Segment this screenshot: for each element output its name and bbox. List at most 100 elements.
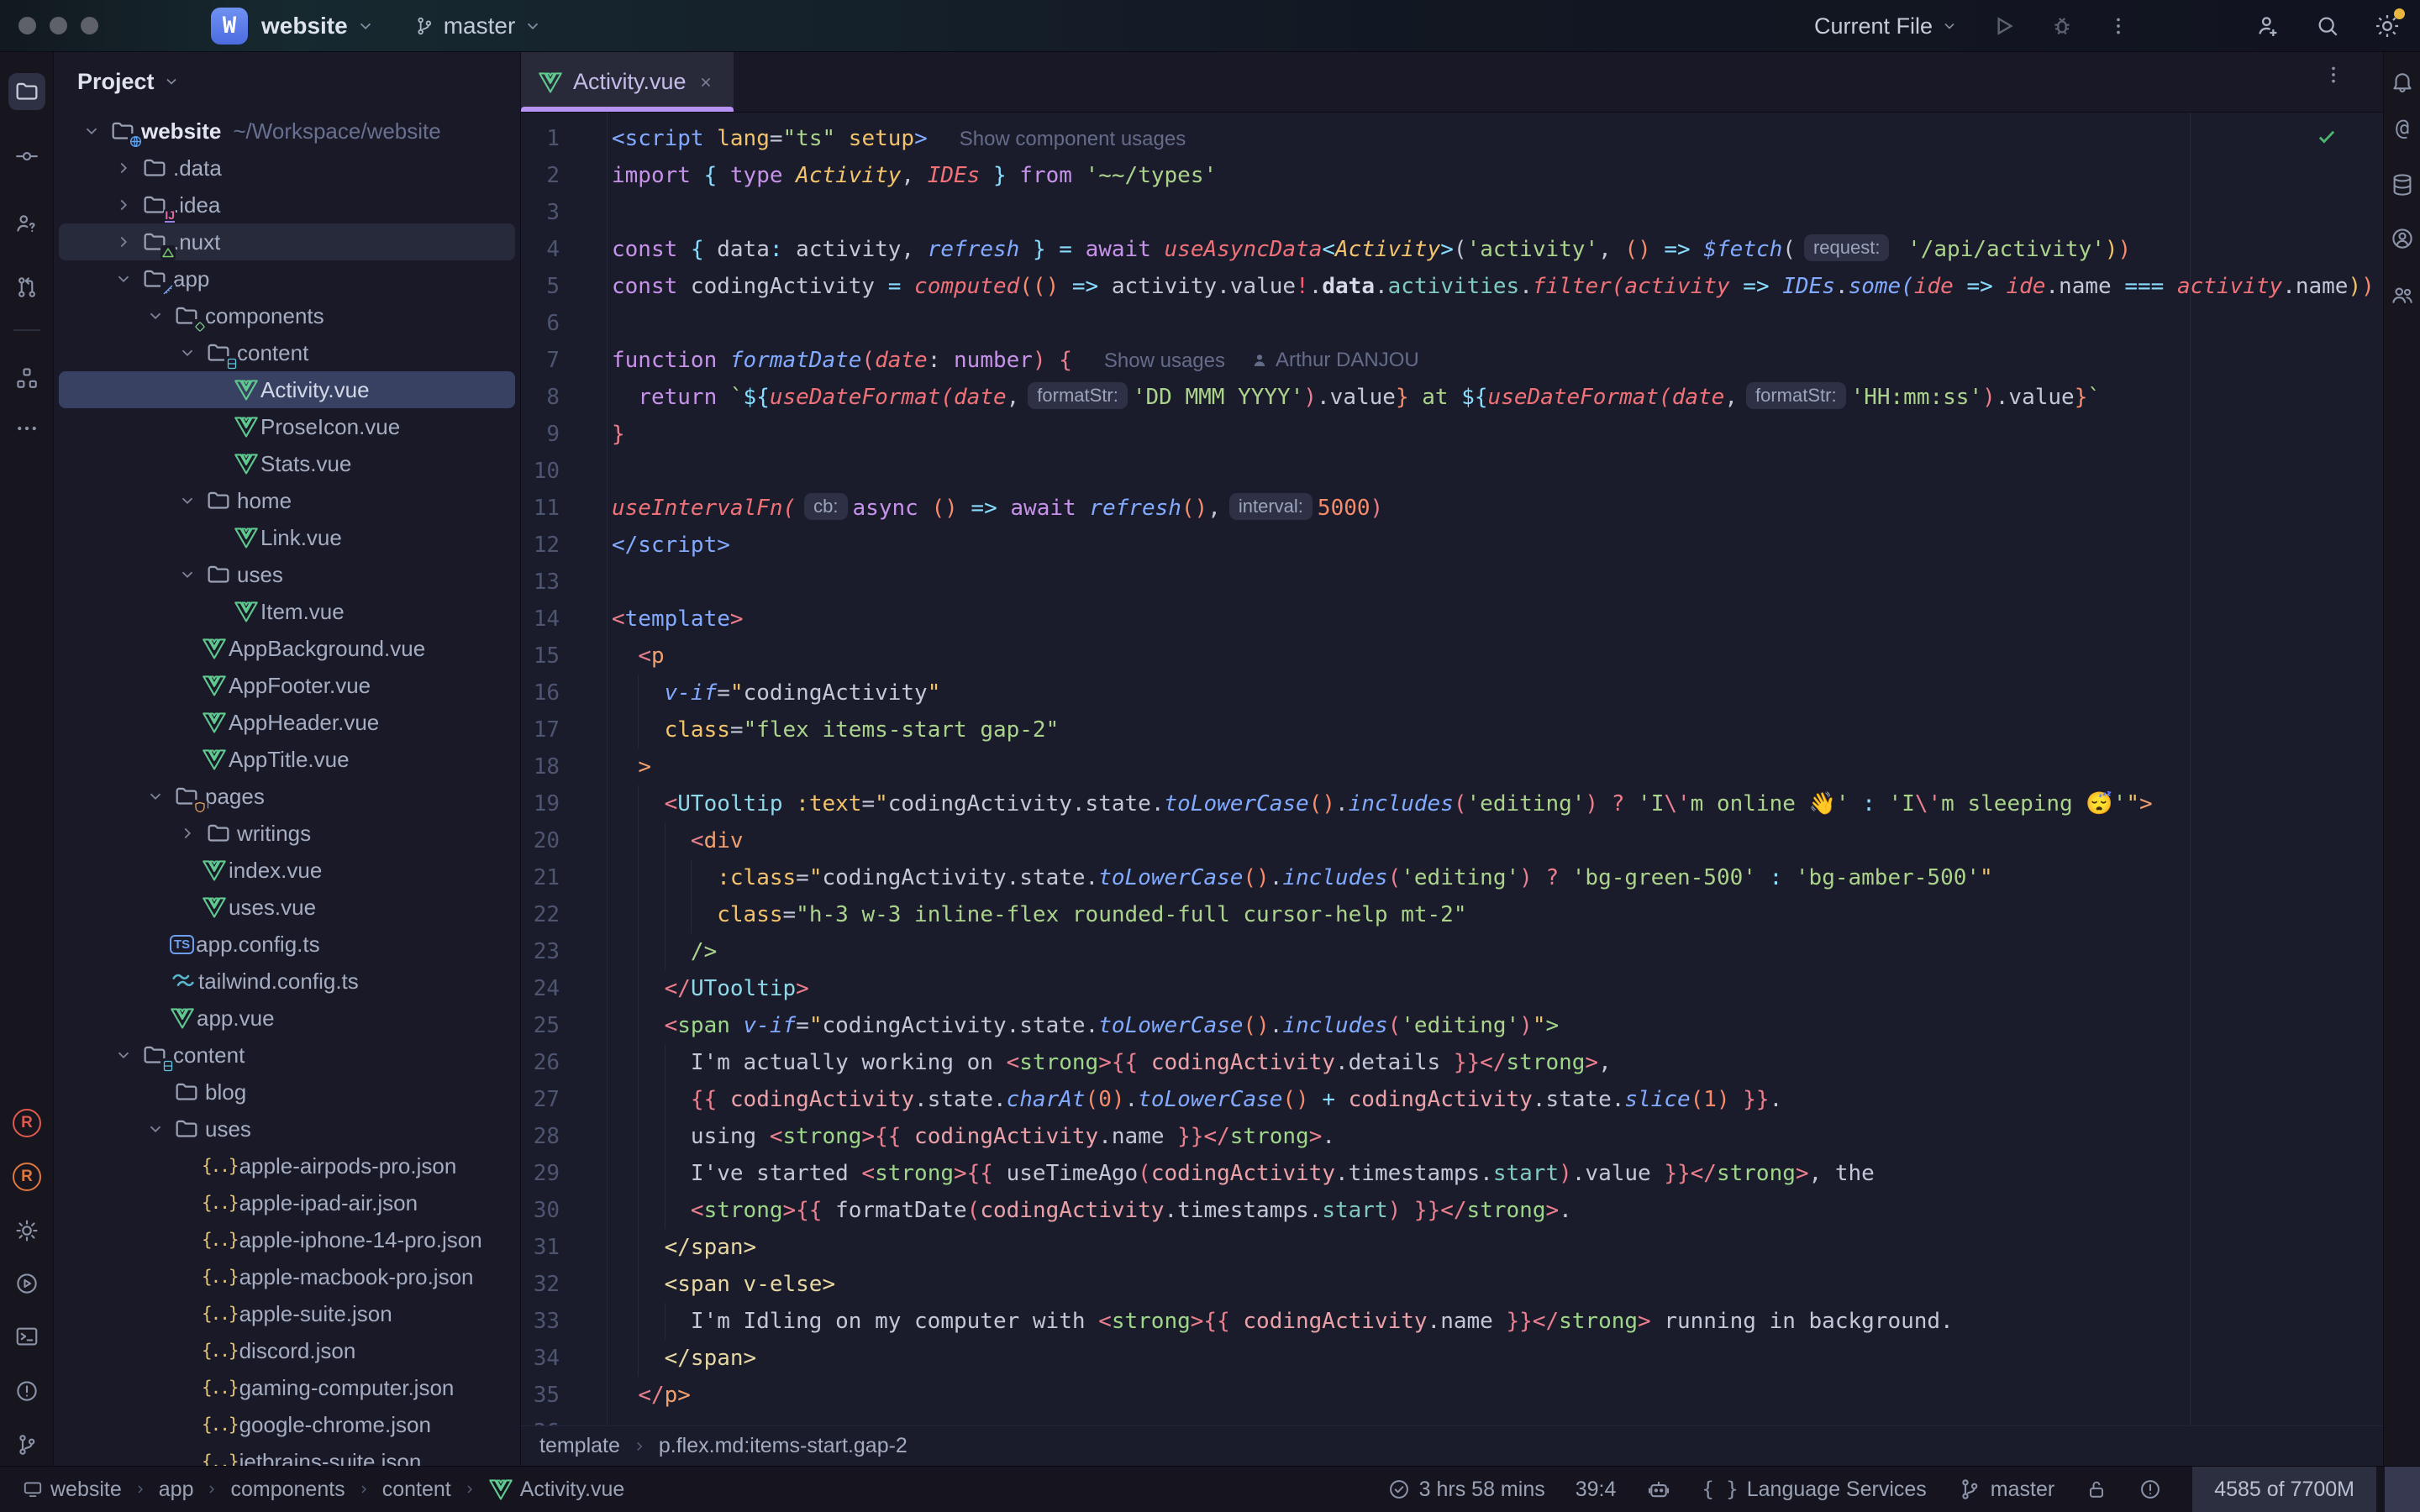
code-line-3[interactable]: 3 <box>521 194 2383 231</box>
line-number[interactable]: 27 <box>521 1081 560 1118</box>
code-author-hint[interactable]: Arthur DANJOU <box>1250 342 1419 379</box>
code-line-4[interactable]: 4 const { data: activity, refresh } = aw… <box>521 231 2383 268</box>
code-line-9[interactable]: 9 } <box>521 416 2383 453</box>
tool-more[interactable] <box>8 410 45 447</box>
code-line-15[interactable]: 15 <p <box>521 638 2383 675</box>
code-line-28[interactable]: 28 using <strong>{{ codingActivity.name … <box>521 1118 2383 1155</box>
code-line-10[interactable]: 10 <box>521 453 2383 490</box>
code-vision-hint[interactable]: Show usages <box>1104 349 1225 372</box>
line-number[interactable]: 29 <box>521 1155 560 1192</box>
tree-item-content[interactable]: content <box>59 334 515 371</box>
code-line-35[interactable]: 35 </p> <box>521 1377 2383 1414</box>
code-line-16[interactable]: 16 v-if="codingActivity" <box>521 675 2383 711</box>
tree-item-apple-airpods-pro.json[interactable]: {..} apple-airpods-pro.json <box>59 1147 515 1184</box>
tree-item-content[interactable]: content <box>59 1037 515 1074</box>
tree-item-.nuxt[interactable]: .nuxt <box>59 223 515 260</box>
run-icon[interactable] <box>1990 13 2017 39</box>
status-39-4[interactable]: 39:4 <box>1576 1478 1617 1502</box>
code-line-17[interactable]: 17 class="flex items-start gap-2" <box>521 711 2383 748</box>
code-line-6[interactable]: 6 <box>521 305 2383 342</box>
code-line-20[interactable]: 20 <div <box>521 822 2383 859</box>
code-line-12[interactable]: 12 </script> <box>521 527 2383 564</box>
check-circle-icon[interactable] <box>1387 1478 1411 1501</box>
chevron-down-icon[interactable] <box>173 491 202 510</box>
line-number[interactable]: 8 <box>521 379 560 416</box>
chevron-right-icon[interactable] <box>109 233 138 251</box>
line-number[interactable]: 2 <box>521 157 560 194</box>
code-line-36[interactable]: 36 <p <box>521 1414 2383 1425</box>
line-number[interactable]: 33 <box>521 1303 560 1340</box>
chevron-right-icon[interactable] <box>173 824 202 843</box>
unlock-icon[interactable] <box>2085 1478 2108 1501</box>
code-line-25[interactable]: 25 <span v-if="codingActivity.state.toLo… <box>521 1007 2383 1044</box>
statusbar-breadcrumb[interactable]: websiteappcomponentscontentActivity.vue <box>22 1477 624 1502</box>
code-line-33[interactable]: 33 I'm Idling on my computer with <stron… <box>521 1303 2383 1340</box>
tree-item-Activity.vue[interactable]: Activity.vue <box>59 371 515 408</box>
status-alert-circle[interactable] <box>2139 1478 2162 1501</box>
tool-pull-requests[interactable] <box>8 269 45 306</box>
chevron-down-icon[interactable] <box>141 307 170 325</box>
status-path-Activity.vue[interactable]: Activity.vue <box>488 1477 625 1502</box>
tree-item-AppFooter.vue[interactable]: AppFooter.vue <box>59 667 515 704</box>
line-number[interactable]: 9 <box>521 416 560 453</box>
chevron-down-icon[interactable] <box>77 122 106 140</box>
tool-collab[interactable] <box>2387 280 2417 310</box>
line-number[interactable]: 24 <box>521 970 560 1007</box>
line-number[interactable]: 35 <box>521 1377 560 1414</box>
tree-item-pages[interactable]: pages <box>59 778 515 815</box>
tree-item-jetbrains-suite.json[interactable]: {..} jetbrains-suite.json <box>59 1443 515 1466</box>
close-icon[interactable] <box>697 73 715 92</box>
tree-item-AppTitle.vue[interactable]: AppTitle.vue <box>59 741 515 778</box>
tool-git-branch[interactable] <box>8 1426 45 1463</box>
tree-item-AppBackground.vue[interactable]: AppBackground.vue <box>59 630 515 667</box>
memory-indicator[interactable]: 4585 of 7700M <box>2192 1467 2420 1512</box>
vcs-widget[interactable]: master <box>413 13 543 39</box>
line-number[interactable]: 12 <box>521 527 560 564</box>
tree-item-blog[interactable]: blog <box>59 1074 515 1110</box>
line-number[interactable]: 15 <box>521 638 560 675</box>
code-line-23[interactable]: 23 /> <box>521 933 2383 970</box>
tool-mentions[interactable]: @ <box>2387 113 2417 143</box>
tree-item-AppHeader.vue[interactable]: AppHeader.vue <box>59 704 515 741</box>
tool-gear[interactable] <box>8 1212 45 1249</box>
settings-icon[interactable] <box>2373 12 2402 40</box>
project-widget[interactable]: website <box>261 13 375 39</box>
code-line-14[interactable]: 14 <template> <box>521 601 2383 638</box>
chevron-down-icon[interactable] <box>141 787 170 806</box>
chevron-right-icon[interactable] <box>109 159 138 177</box>
braces-icon[interactable]: { } <box>1702 1478 1738 1501</box>
line-number[interactable]: 22 <box>521 896 560 933</box>
tool-r-badge[interactable]: R <box>8 1105 45 1142</box>
tool-users-help[interactable] <box>8 205 45 242</box>
tree-item-writings[interactable]: writings <box>59 815 515 852</box>
tree-item-index.vue[interactable]: index.vue <box>59 852 515 889</box>
line-number[interactable]: 16 <box>521 675 560 711</box>
tree-item-discord.json[interactable]: {..} discord.json <box>59 1332 515 1369</box>
line-number[interactable]: 23 <box>521 933 560 970</box>
kebab-icon[interactable] <box>2107 15 2129 37</box>
code-line-32[interactable]: 32 <span v-else> <box>521 1266 2383 1303</box>
tree-item-Item.vue[interactable]: Item.vue <box>59 593 515 630</box>
tree-item-tailwind.config.ts[interactable]: tailwind.config.ts <box>59 963 515 1000</box>
tree-item-uses[interactable]: uses <box>59 556 515 593</box>
tree-item-home[interactable]: home <box>59 482 515 519</box>
tool-problems[interactable] <box>8 1373 45 1410</box>
tree-item-Stats.vue[interactable]: Stats.vue <box>59 445 515 482</box>
tool-terminal[interactable] <box>8 1318 45 1355</box>
tree-item-app[interactable]: app <box>59 260 515 297</box>
kebab-icon[interactable] <box>2323 64 2344 86</box>
debug-icon[interactable] <box>2049 13 2075 39</box>
tool-structure[interactable] <box>8 360 45 396</box>
line-number[interactable]: 14 <box>521 601 560 638</box>
code-line-27[interactable]: 27 {{ codingActivity.state.charAt(0).toL… <box>521 1081 2383 1118</box>
chevron-down-icon[interactable] <box>109 270 138 288</box>
status-language-services[interactable]: { }Language Services <box>1702 1478 1926 1502</box>
tree-item-google-chrome.json[interactable]: {..} google-chrome.json <box>59 1406 515 1443</box>
tool-run-circle[interactable] <box>8 1265 45 1302</box>
minimize-window-icon[interactable] <box>50 17 67 34</box>
line-number[interactable]: 26 <box>521 1044 560 1081</box>
status-path-content[interactable]: content <box>382 1478 451 1502</box>
tree-item-apple-macbook-pro.json[interactable]: {..} apple-macbook-pro.json <box>59 1258 515 1295</box>
status-unlock[interactable] <box>2085 1478 2108 1501</box>
line-number[interactable]: 21 <box>521 859 560 896</box>
